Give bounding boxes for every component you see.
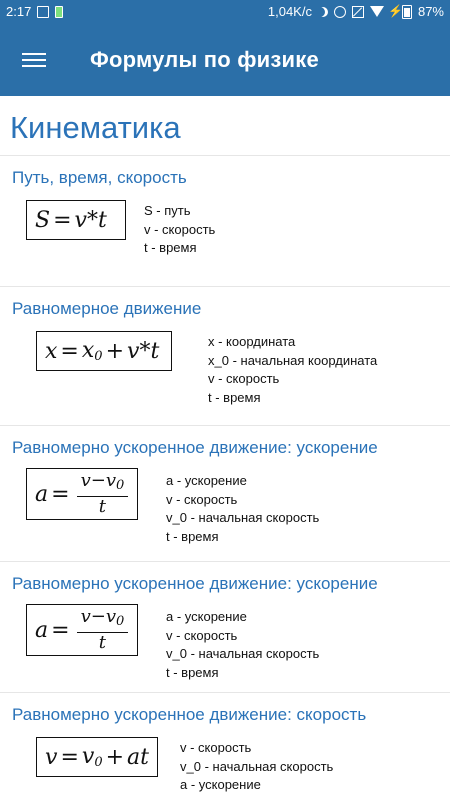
card-title: Равномерно ускоренное движение: ускорени…	[12, 574, 378, 593]
section-title: Кинематика	[10, 110, 181, 145]
formula-image: a = v−v0 t	[26, 604, 138, 656]
sim-icon	[351, 5, 364, 18]
legend-item: v - скорость	[208, 371, 280, 386]
formula-image: x = x0 + v * t	[36, 331, 172, 371]
legend-item: a - ускорение	[166, 609, 247, 624]
legend-item: a - ускорение	[166, 473, 247, 488]
legend-item: x_0 - начальная координата	[208, 352, 378, 368]
legend-item: x - координата	[208, 334, 296, 349]
moon-icon	[318, 7, 328, 17]
formula-card[interactable]: Равномерное движение x = x0 + v * t x - коорди…	[0, 287, 450, 426]
legend-item: v - скорость	[166, 627, 238, 643]
battery-saver-icon	[55, 5, 64, 18]
formula-image: v = v0 + at	[36, 737, 158, 777]
legend-item: t - время	[166, 664, 219, 680]
status-bar: 2:17 1,04K/c 87%	[0, 0, 450, 24]
formula-legend: x - координата x_0 - начальная координат…	[208, 333, 377, 407]
card-title: Равномерное движение	[12, 299, 202, 318]
legend-item: t - время	[144, 240, 197, 255]
formula-card[interactable]: Равномерно ускоренное движение: ускорени…	[0, 562, 450, 693]
formula-legend: S - путь v - скорость t - время	[144, 202, 215, 258]
legend-item: v - скорость	[166, 491, 238, 507]
app-bar: Формулы по физике	[0, 24, 450, 96]
legend-item: v_0 - начальная скорость	[166, 646, 320, 661]
status-time: 2:17	[6, 4, 32, 19]
formula-legend: v - скорость v_0 - начальная скорость a …	[180, 739, 333, 795]
legend-item: S - путь	[144, 203, 191, 218]
app-title: Формулы по физике	[90, 47, 319, 72]
legend-item: t - время	[208, 389, 261, 405]
legend-item: t - время	[166, 528, 219, 544]
alarm-icon	[333, 5, 346, 18]
legend-item: v_0 - начальная скорость	[180, 758, 334, 774]
image-icon	[37, 5, 50, 18]
battery-icon	[401, 4, 412, 19]
legend-item: v_0 - начальная скорость	[166, 510, 320, 525]
formula-legend: a - ускорение v - скорость v_0 - начальн…	[166, 608, 319, 682]
card-title: Путь, время, скорость	[12, 168, 187, 187]
menu-icon[interactable]	[22, 50, 46, 70]
network-speed: 1,04K/c	[267, 4, 312, 19]
card-title: Равномерно ускоренное движение: скорость	[12, 705, 367, 724]
formula-card[interactable]: Путь, время, скорость S = v * t S - путь v -…	[0, 156, 450, 287]
formula-card[interactable]: Равномерно ускоренное движение: ускорени…	[0, 426, 450, 562]
wifi-icon	[369, 6, 384, 17]
battery-percent: 87%	[417, 4, 444, 19]
content[interactable]: Кинематика Путь, время, скорость S = v * t S…	[0, 96, 450, 800]
legend-item: v - скорость	[180, 740, 252, 755]
formula-card[interactable]: Равномерно ускоренное движение: скорость…	[0, 693, 450, 800]
legend-item: a - ускорение	[180, 777, 261, 792]
formula-image: a = v−v0 t	[26, 468, 138, 520]
legend-item: v - скорость	[144, 221, 216, 237]
charging-icon	[388, 4, 403, 18]
card-title: Равномерно ускоренное движение: ускорени…	[12, 438, 378, 457]
formula-image: S = v * t	[26, 200, 126, 240]
formula-legend: a - ускорение v - скорость v_0 - начальн…	[166, 472, 319, 546]
